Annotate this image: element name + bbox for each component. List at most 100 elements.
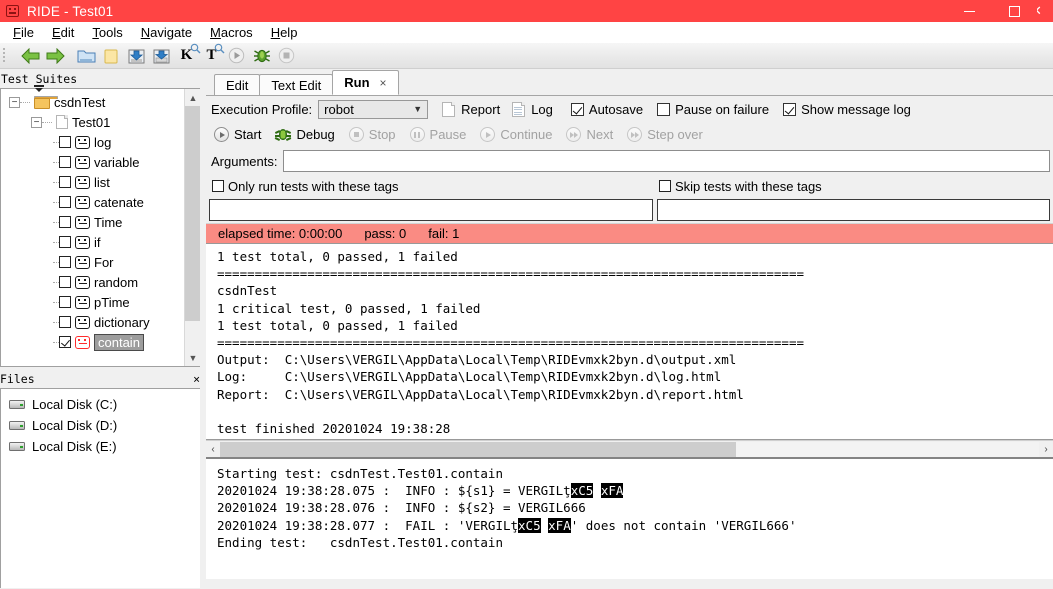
scroll-thumb[interactable] [220,441,736,457]
tree-item-catenate[interactable]: catenate [1,192,200,212]
tree-item-checkbox[interactable] [59,256,71,268]
tab-close-icon[interactable]: × [380,76,387,90]
scroll-up-icon[interactable]: ▲ [185,89,200,106]
tree-item-checkbox[interactable] [59,276,71,288]
only-run-tags-checkbox[interactable] [212,180,224,192]
menu-macros[interactable]: Macros [201,24,262,41]
close-button[interactable]: ✕ [1037,0,1053,22]
tab-edit[interactable]: Edit [214,74,261,95]
log-button[interactable]: Log [531,102,553,117]
menu-navigate[interactable]: Navigate [132,24,201,41]
toolbar-grip[interactable] [0,43,10,69]
menu-file[interactable]: File [4,24,43,41]
tree-item-test01[interactable]: − Test01 [1,112,200,132]
tree-item-checkbox[interactable] [59,156,71,168]
menu-tools[interactable]: Tools [83,24,131,41]
message-log[interactable]: Starting test: csdnTest.Test01.contain 20… [206,457,1053,579]
tree-item-variable[interactable]: variable [1,152,200,172]
drive-list-item[interactable]: Local Disk (D:) [1,415,200,436]
log-file-icon [512,101,526,117]
elapsed-time-label: elapsed time: 0:00:00 [218,226,343,241]
test-suites-tree[interactable]: − csdnTest − Test01 log variable list catenate T… [0,88,200,367]
test-case-icon [75,295,90,310]
report-button[interactable]: Report [461,102,500,117]
log-text: Starting test: csdnTest.Test01.contain [217,466,503,481]
tab-text-edit[interactable]: Text Edit [259,74,334,95]
scroll-left-icon[interactable]: ‹ [206,444,220,455]
show-message-log-checkbox[interactable] [783,102,797,116]
search-keyword-icon[interactable]: K [174,43,201,68]
tree-item-log[interactable]: log [1,132,200,152]
search-tests-icon[interactable]: T [199,43,225,68]
tree-item-if[interactable]: if [1,232,200,252]
step-over-button[interactable]: Step over [627,127,703,142]
tree-item-checkbox[interactable] [59,316,71,328]
tree-item-for[interactable]: For [1,252,200,272]
debug-button[interactable]: Debug [275,127,335,142]
autosave-checkbox[interactable] [570,102,584,116]
run-icon[interactable] [224,44,249,68]
scroll-down-icon[interactable]: ▼ [185,349,200,366]
tree-item-checkbox[interactable] [59,176,71,188]
tree-vertical-scrollbar[interactable]: ▲ ▼ [184,89,200,366]
continue-button[interactable]: Continue [480,127,552,142]
tree-item-ptime[interactable]: pTime [1,292,200,312]
pause-on-failure-checkbox[interactable] [657,102,671,116]
minimize-button[interactable] [947,0,992,22]
tree-item-dictionary[interactable]: dictionary [1,312,200,332]
tree-expander-icon[interactable]: − [9,96,20,108]
stop-button[interactable]: Stop [348,127,396,142]
tree-expander-icon[interactable]: − [31,116,42,128]
tree-item-checkbox[interactable] [59,136,71,148]
tree-item-checkbox[interactable] [59,296,71,308]
new-folder-icon[interactable] [99,44,124,68]
menu-help[interactable]: Help [262,24,307,41]
scroll-thumb[interactable] [185,106,200,321]
next-button[interactable]: Next [566,127,613,142]
maximize-button[interactable] [992,0,1037,22]
tree-item-csdntest[interactable]: − csdnTest [1,92,200,112]
debug-icon[interactable] [249,44,274,68]
tree-item-checkbox[interactable] [59,336,71,348]
scroll-track[interactable] [220,441,1039,457]
start-button[interactable]: Start [214,127,261,142]
skip-tags-checkbox[interactable] [659,180,671,192]
tree-item-random[interactable]: random [1,272,200,292]
tree-item-list[interactable]: list [1,172,200,192]
tree-item-contain[interactable]: contain [1,332,200,352]
files-close-icon[interactable]: × [193,372,200,386]
tab-run[interactable]: Run × [332,70,399,95]
open-folder-icon[interactable] [74,44,99,68]
back-arrow-icon[interactable] [18,44,43,68]
only-run-tags-input[interactable] [209,199,653,221]
scroll-right-icon[interactable]: › [1039,444,1053,455]
console-output[interactable]: 1 test total, 0 passed, 1 failed =======… [206,243,1053,440]
toolbar-overflow-icon[interactable] [33,85,45,93]
stop-icon[interactable] [274,44,299,68]
files-title: Files [0,372,35,386]
tree-item-checkbox[interactable] [59,196,71,208]
message-log-line: Starting test: csdnTest.Test01.contain [217,465,1053,482]
drive-list-item[interactable]: Local Disk (E:) [1,436,200,457]
save-icon[interactable] [124,44,149,68]
tree-item-checkbox[interactable] [59,216,71,228]
menu-edit[interactable]: Edit [43,24,83,41]
hard-disk-icon [9,420,25,431]
log-gap [541,518,549,533]
tab-label: Text Edit [271,77,322,93]
forward-arrow-icon[interactable] [43,44,68,68]
tree-connector [42,121,52,123]
console-horizontal-scrollbar[interactable]: ‹ › [206,440,1053,457]
tree-item-time[interactable]: Time [1,212,200,232]
control-character-glyph: xFA [548,517,571,533]
arguments-input[interactable] [283,150,1050,172]
tree-item-checkbox[interactable] [59,236,71,248]
drive-list-item[interactable]: Local Disk (C:) [1,394,200,415]
save-all-icon[interactable] [149,44,174,68]
execution-profile-select[interactable]: robot ▼ [318,99,429,119]
skip-tags-input[interactable] [657,199,1050,221]
pause-button[interactable]: Pause [409,127,466,142]
